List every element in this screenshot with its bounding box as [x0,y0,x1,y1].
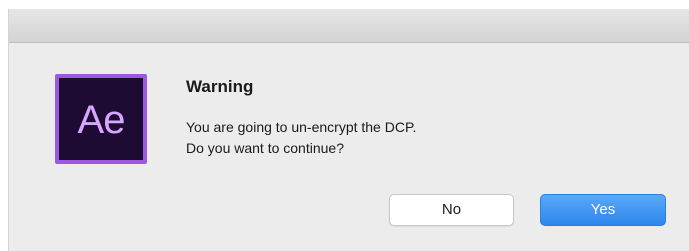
yes-button[interactable]: Yes [540,194,666,226]
dialog-titlebar[interactable] [9,9,689,43]
app-icon-label: Ae [77,98,126,142]
message-line-2: Do you want to continue? [186,140,344,156]
dialog-title: Warning [186,77,254,96]
dialog-message: You are going to un-encrypt the DCP. Do … [186,117,416,159]
after-effects-icon: Ae [55,74,147,164]
no-button[interactable]: No [389,194,514,226]
warning-dialog: Ae Warning You are going to un-encrypt t… [8,9,689,251]
message-line-1: You are going to un-encrypt the DCP. [186,119,417,135]
